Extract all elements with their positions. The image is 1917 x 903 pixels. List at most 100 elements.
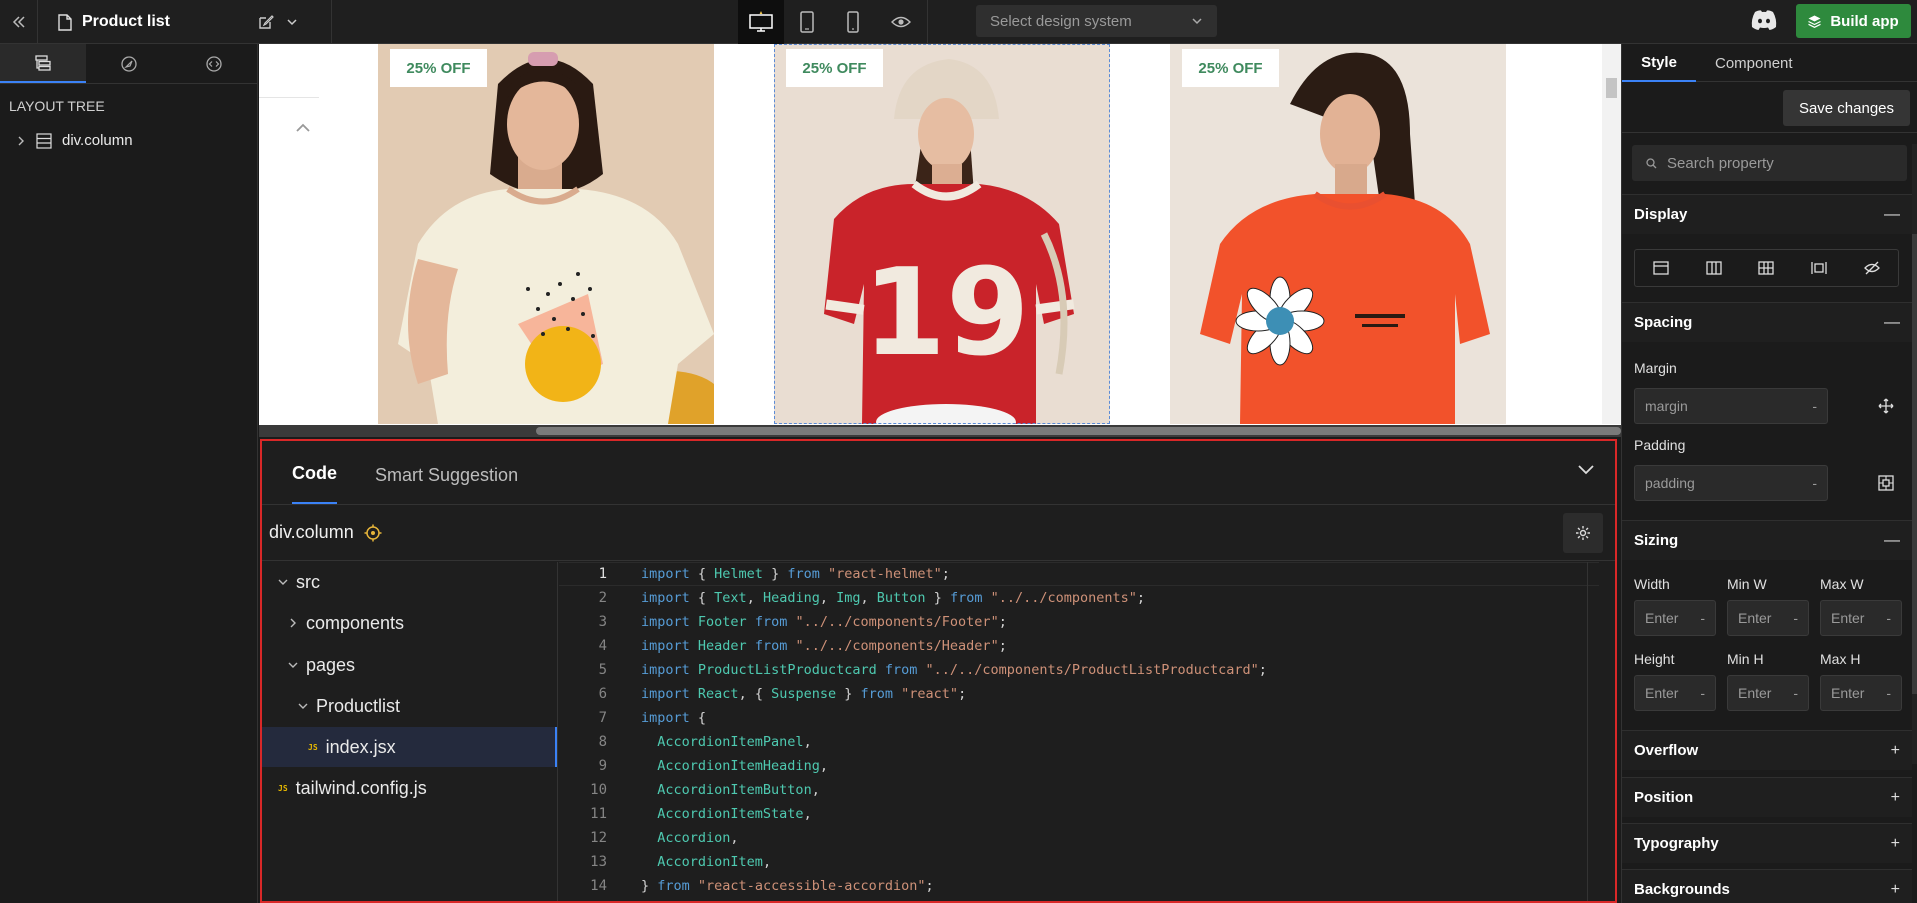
- product-card[interactable]: 25% OFF: [1170, 44, 1506, 424]
- padding-box-icon[interactable]: [1878, 475, 1894, 491]
- editor-scrollbar[interactable]: [1587, 562, 1599, 901]
- unit-selector[interactable]: -: [1700, 610, 1705, 626]
- margin-placeholder: margin: [1645, 398, 1688, 414]
- code-line[interactable]: 12 Accordion,: [559, 826, 1599, 850]
- file-tree-folder[interactable]: components: [262, 603, 557, 643]
- max-height-input[interactable]: Enter -: [1820, 675, 1902, 711]
- section-display[interactable]: Display —: [1622, 194, 1912, 234]
- unit-selector[interactable]: -: [1886, 610, 1891, 626]
- design-canvas[interactable]: 25% OFF 25% OFF 19 25% OFF: [259, 44, 1621, 437]
- collapse-sidebar-button[interactable]: [0, 0, 38, 44]
- unit-selector[interactable]: -: [1812, 398, 1817, 414]
- code-settings-button[interactable]: [1563, 513, 1603, 553]
- code-line[interactable]: 14} from "react-accessible-accordion";: [559, 874, 1599, 898]
- canvas-horizontal-scrollbar[interactable]: [259, 425, 1621, 437]
- display-hidden-button[interactable]: [1845, 250, 1898, 286]
- section-sizing[interactable]: Sizing —: [1622, 520, 1912, 560]
- tab-component[interactable]: Component: [1715, 44, 1793, 82]
- collapse-icon[interactable]: —: [1884, 206, 1900, 224]
- expand-icon[interactable]: +: [1891, 789, 1900, 807]
- tab-code[interactable]: Code: [292, 463, 337, 504]
- padding-input[interactable]: padding -: [1634, 465, 1828, 501]
- code-line[interactable]: 5 import ProductListProductcard from "../…: [559, 658, 1599, 682]
- min-width-placeholder: Enter: [1738, 610, 1772, 626]
- expand-icon[interactable]: +: [1891, 835, 1900, 853]
- collapse-icon[interactable]: —: [1884, 532, 1900, 550]
- code-line[interactable]: 13 AccordionItem,: [559, 850, 1599, 874]
- code-line[interactable]: 15: [559, 898, 1599, 901]
- code-line[interactable]: 6 import React, { Suspense } from "react"…: [559, 682, 1599, 706]
- chevron-right-icon[interactable]: [16, 136, 26, 146]
- width-input[interactable]: Enter -: [1634, 600, 1716, 636]
- right-panel-scrollbar[interactable]: [1912, 144, 1917, 764]
- code-text: import {: [641, 710, 706, 726]
- collapse-icon[interactable]: —: [1884, 314, 1900, 332]
- scroll-thumb[interactable]: [536, 427, 1621, 435]
- tab-code[interactable]: [171, 44, 257, 83]
- section-overflow[interactable]: Overflow +: [1622, 730, 1912, 770]
- code-line[interactable]: 9 AccordionItemHeading,: [559, 754, 1599, 778]
- display-inline-button[interactable]: [1793, 250, 1846, 286]
- file-tree-file-active[interactable]: JS index.jsx: [262, 727, 557, 767]
- file-tree-folder[interactable]: Productlist: [262, 686, 557, 726]
- tab-style[interactable]: Style: [1622, 44, 1696, 82]
- build-app-button[interactable]: Build app: [1796, 4, 1911, 38]
- move-icon[interactable]: [1878, 398, 1894, 414]
- target-icon[interactable]: [364, 524, 382, 542]
- code-panel: Code Smart Suggestion div.column src com…: [260, 439, 1617, 903]
- edit-icon[interactable]: [258, 14, 274, 30]
- code-line[interactable]: 4 import Header from "../../components/He…: [559, 634, 1599, 658]
- unit-selector[interactable]: -: [1793, 610, 1798, 626]
- expand-icon[interactable]: +: [1891, 881, 1900, 899]
- tab-smart-suggestion[interactable]: Smart Suggestion: [375, 465, 518, 504]
- desktop-view-button[interactable]: [738, 0, 784, 44]
- min-width-input[interactable]: Enter -: [1727, 600, 1809, 636]
- display-block-button[interactable]: [1635, 250, 1688, 286]
- expand-icon[interactable]: +: [1891, 742, 1900, 760]
- unit-selector[interactable]: -: [1700, 685, 1705, 701]
- file-tree-folder[interactable]: src: [262, 562, 557, 602]
- discord-link[interactable]: [1750, 9, 1778, 31]
- section-backgrounds[interactable]: Backgrounds +: [1622, 869, 1912, 903]
- chevron-down-icon[interactable]: [1577, 463, 1595, 475]
- tree-item-div-column[interactable]: div.column: [0, 132, 257, 149]
- code-line[interactable]: 11 AccordionItemState,: [559, 802, 1599, 826]
- preview-button[interactable]: [878, 0, 924, 44]
- tab-layers[interactable]: [0, 44, 86, 83]
- unit-selector[interactable]: -: [1886, 685, 1891, 701]
- section-position[interactable]: Position +: [1622, 777, 1912, 817]
- chevron-up-icon[interactable]: [295, 122, 311, 134]
- min-height-input[interactable]: Enter -: [1727, 675, 1809, 711]
- left-panel: LAYOUT TREE div.column: [0, 44, 258, 903]
- code-line[interactable]: 10 AccordionItemButton,: [559, 778, 1599, 802]
- product-card[interactable]: 25% OFF 19: [774, 44, 1110, 424]
- scroll-thumb[interactable]: [1912, 234, 1917, 694]
- code-line[interactable]: 8 AccordionItemPanel,: [559, 730, 1599, 754]
- code-line[interactable]: 2 import { Text, Heading, Img, Button } f…: [559, 586, 1599, 610]
- code-line[interactable]: 7 import {: [559, 706, 1599, 730]
- canvas-vertical-scrollbar[interactable]: [1602, 44, 1621, 424]
- tablet-view-button[interactable]: [784, 0, 830, 44]
- code-editor[interactable]: 1514} from "react-accessible-accordion";…: [559, 562, 1599, 901]
- section-typography[interactable]: Typography +: [1622, 823, 1912, 863]
- max-width-input[interactable]: Enter -: [1820, 600, 1902, 636]
- code-line[interactable]: 3 import Footer from "../../components/Fo…: [559, 610, 1599, 634]
- chevron-down-icon[interactable]: [286, 16, 298, 28]
- file-tree-file[interactable]: JS tailwind.config.js: [262, 768, 557, 808]
- product-card[interactable]: 25% OFF: [378, 44, 714, 424]
- display-flex-button[interactable]: [1688, 250, 1741, 286]
- scroll-thumb[interactable]: [1606, 78, 1617, 98]
- search-property-input[interactable]: Search property: [1632, 145, 1907, 181]
- unit-selector[interactable]: -: [1793, 685, 1798, 701]
- unit-selector[interactable]: -: [1812, 475, 1817, 491]
- tab-navigation[interactable]: [86, 44, 172, 83]
- margin-input[interactable]: margin -: [1634, 388, 1828, 424]
- display-grid-button[interactable]: [1740, 250, 1793, 286]
- section-spacing[interactable]: Spacing —: [1622, 302, 1912, 342]
- file-tree-folder[interactable]: pages: [262, 645, 557, 685]
- height-input[interactable]: Enter -: [1634, 675, 1716, 711]
- design-system-select[interactable]: Select design system: [976, 5, 1217, 37]
- save-changes-button[interactable]: Save changes: [1783, 90, 1910, 126]
- mobile-view-button[interactable]: [830, 0, 876, 44]
- code-line[interactable]: 1 import { Helmet } from "react-helmet";: [559, 562, 1599, 586]
